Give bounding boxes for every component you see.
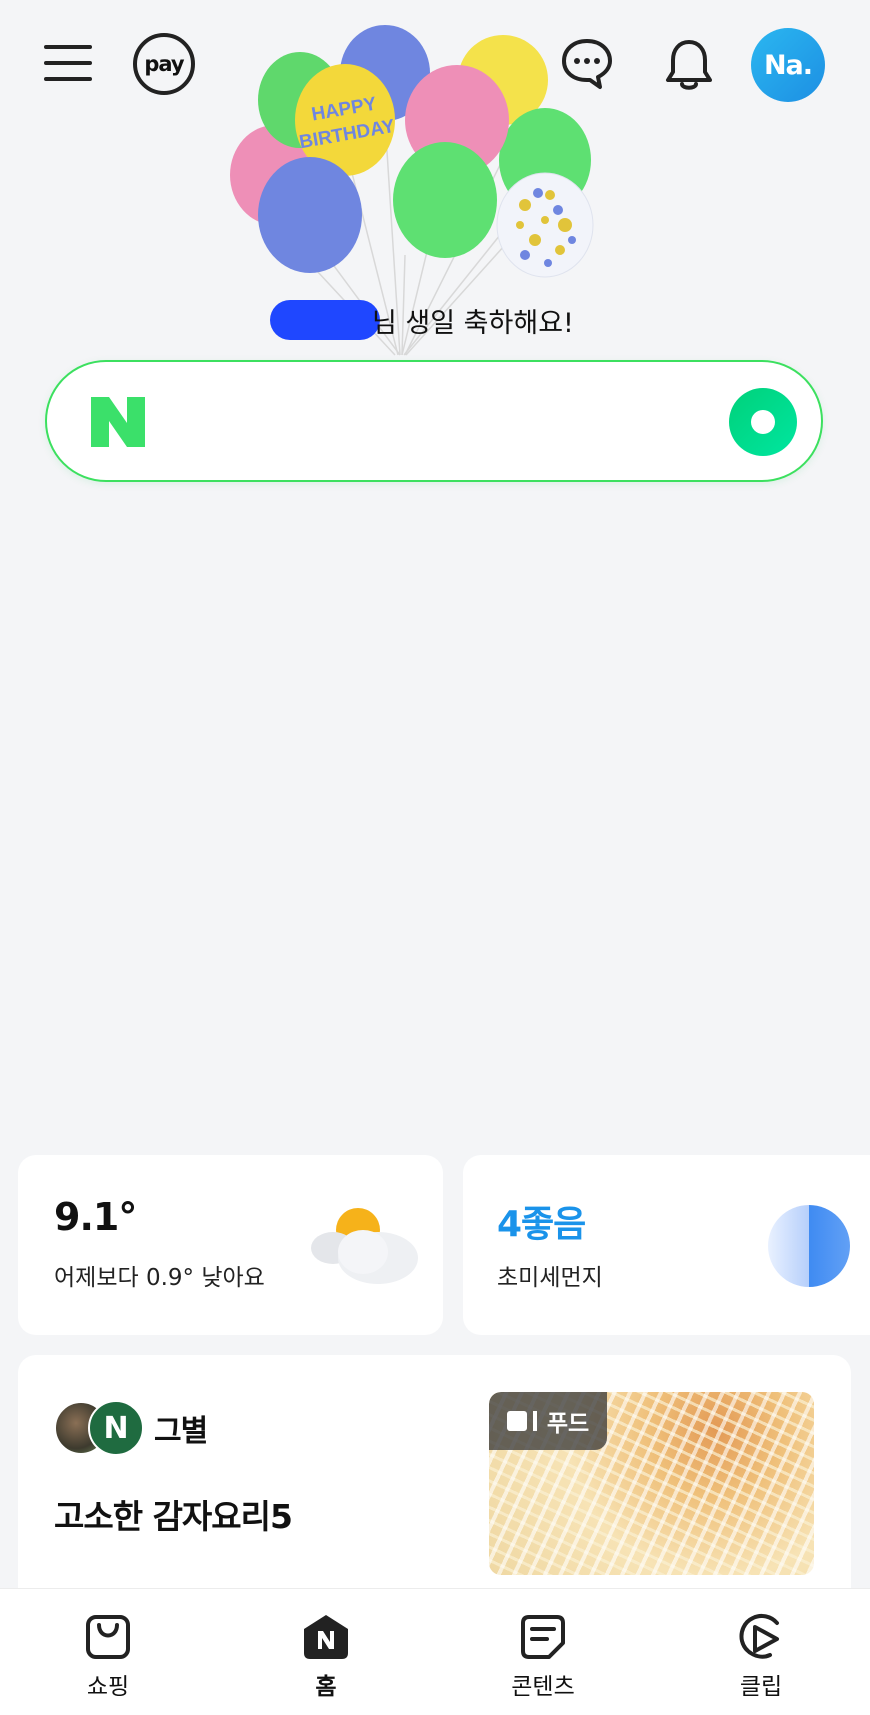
air-quality-label: 초미세먼지 bbox=[497, 1265, 603, 1291]
bottom-navigation: 쇼핑 홈 콘텐츠 클립 bbox=[0, 1588, 870, 1715]
nav-item-content[interactable]: 콘텐츠 bbox=[483, 1613, 603, 1713]
pay-button[interactable]: pay bbox=[133, 33, 195, 95]
search-input[interactable] bbox=[177, 392, 737, 452]
content-icon bbox=[521, 1615, 565, 1659]
weather-temperature: 9.1° bbox=[54, 1195, 137, 1239]
nav-item-home[interactable]: 홈 bbox=[266, 1613, 386, 1713]
nav-label-shopping: 쇼핑 bbox=[86, 1674, 130, 1700]
source-name: 그별 bbox=[154, 1414, 208, 1449]
menu-icon[interactable] bbox=[38, 36, 98, 90]
category-badge-label: 푸드 bbox=[546, 1411, 590, 1437]
video-icon bbox=[506, 1411, 527, 1431]
naver-n-logo-icon bbox=[91, 397, 145, 447]
content-thumbnail[interactable]: 푸드 bbox=[489, 1392, 814, 1575]
bell-icon[interactable] bbox=[660, 34, 718, 94]
redacted-name bbox=[270, 300, 380, 340]
shopping-bag-icon bbox=[86, 1615, 130, 1659]
nav-label-clip: 클립 bbox=[739, 1674, 783, 1700]
weather-card[interactable]: 9.1° 어제보다 0.9° 낮아요 bbox=[18, 1155, 443, 1335]
pay-label: pay bbox=[144, 52, 184, 76]
content-source: N 그별 bbox=[54, 1400, 208, 1456]
search-bar[interactable] bbox=[45, 360, 823, 482]
content-title[interactable]: 고소한 감자요리5 bbox=[54, 1490, 293, 1538]
source-badge: N bbox=[88, 1400, 144, 1456]
green-lens-icon[interactable] bbox=[729, 388, 797, 456]
air-quality-gauge-icon bbox=[768, 1205, 850, 1287]
air-quality-grade: 4좋음 bbox=[497, 1204, 586, 1245]
birthday-message: 님 생일 축하해요! bbox=[270, 298, 650, 342]
nav-item-clip[interactable]: 클립 bbox=[701, 1613, 821, 1713]
weather-comparison: 어제보다 0.9° 낮아요 bbox=[54, 1265, 265, 1291]
content-card[interactable]: N 그별 고소한 감자요리5 푸드 bbox=[18, 1355, 851, 1615]
nav-item-shopping[interactable]: 쇼핑 bbox=[48, 1613, 168, 1713]
air-quality-card[interactable]: 4좋음 초미세먼지 bbox=[463, 1155, 870, 1335]
source-badge-letter: N bbox=[103, 1410, 129, 1446]
home-icon bbox=[304, 1615, 348, 1659]
nav-label-home: 홈 bbox=[315, 1674, 337, 1700]
avatar-text: Na. bbox=[763, 49, 813, 81]
clip-play-icon bbox=[739, 1613, 779, 1659]
category-badge: 푸드 bbox=[489, 1392, 607, 1450]
avatar[interactable]: Na. bbox=[751, 28, 825, 102]
nav-label-content: 콘텐츠 bbox=[511, 1674, 575, 1700]
partly-cloudy-icon bbox=[311, 1208, 418, 1284]
birthday-message-text: 님 생일 축하해요! bbox=[372, 307, 574, 339]
